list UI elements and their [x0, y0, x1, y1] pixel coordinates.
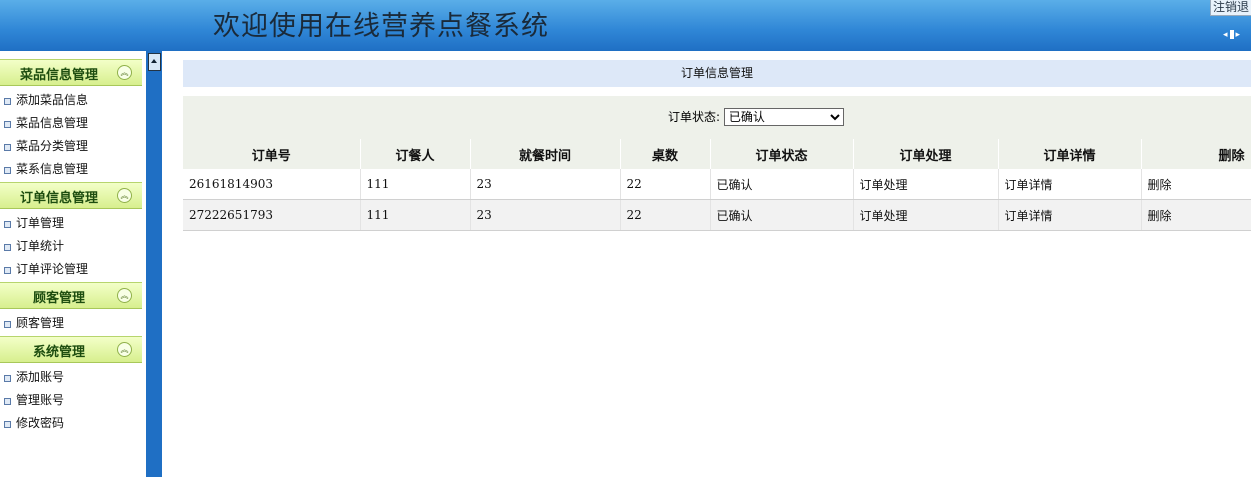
page-title: 订单信息管理: [183, 60, 1251, 87]
order-details-link[interactable]: 订单详情: [998, 169, 1142, 200]
collapse-chevron-icon[interactable]: ︽: [117, 65, 132, 80]
app-title: 欢迎使用在线营养点餐系统: [213, 11, 549, 42]
orderer: 111: [360, 199, 471, 231]
list-bullet-icon: [4, 244, 11, 251]
process-order-link[interactable]: 订单处理: [853, 169, 999, 200]
process-order-link[interactable]: 订单处理: [853, 199, 999, 231]
filter-label: 订单状态:: [668, 110, 721, 124]
sidebar: 菜品信息管理 ︽ 添加菜品信息 菜品信息管理 菜品分类管理 菜系信息管理 订单信…: [0, 51, 142, 477]
delete-link[interactable]: 删除: [1141, 169, 1251, 200]
sidebar-item-add-dish[interactable]: 添加菜品信息: [0, 89, 142, 112]
table-count: 22: [620, 199, 711, 231]
list-bullet-icon: [4, 121, 11, 128]
orders-table: 订单号 订餐人 就餐时间 桌数 订单状态 订单处理 订单详情 删除 261618…: [183, 139, 1251, 231]
order-number: 26161814903: [183, 169, 361, 200]
column-header-process: 订单处理: [853, 139, 999, 169]
order-status-select[interactable]: 已确认: [723, 108, 844, 126]
table-header-row: 订单号 订餐人 就餐时间 桌数 订单状态 订单处理 订单详情 删除: [183, 139, 1251, 169]
section-title: 订单信息管理: [19, 191, 98, 206]
collapse-chevron-icon[interactable]: ︽: [117, 288, 132, 303]
table-row: 26161814903 111 23 22 已确认 订单处理 订单详情 删除: [183, 169, 1251, 200]
orderer: 111: [360, 169, 471, 200]
column-header-status: 订单状态: [710, 139, 854, 169]
table-count: 22: [620, 169, 711, 200]
column-header-order-no: 订单号: [183, 139, 361, 169]
sidebar-item-order-manage[interactable]: 订单管理: [0, 212, 142, 235]
sidebar-item-add-account[interactable]: 添加账号: [0, 366, 142, 389]
header-bar: 欢迎使用在线营养点餐系统 注销退 ◂ ▸: [0, 0, 1251, 51]
sidebar-scrollbar[interactable]: [146, 51, 162, 477]
column-header-delete: 删除: [1141, 139, 1251, 169]
section-header-order[interactable]: 订单信息管理 ︽: [0, 182, 142, 209]
scroll-up-icon[interactable]: [148, 53, 161, 71]
dining-time: 23: [470, 169, 621, 200]
collapse-chevron-icon[interactable]: ︽: [117, 188, 132, 203]
list-bullet-icon: [4, 221, 11, 228]
logout-link[interactable]: 注销退: [1209, 0, 1251, 16]
sidebar-item-change-password[interactable]: 修改密码: [0, 412, 142, 435]
list-bullet-icon: [4, 98, 11, 105]
list-bullet-icon: [4, 421, 11, 428]
section-title: 菜品信息管理: [19, 68, 98, 83]
column-header-tables: 桌数: [620, 139, 711, 169]
collapse-chevron-icon[interactable]: ︽: [117, 342, 132, 357]
sidebar-item-dish-category[interactable]: 菜品分类管理: [0, 135, 142, 158]
order-status: 已确认: [710, 199, 854, 231]
list-bullet-icon: [4, 321, 11, 328]
order-number: 27222651793: [183, 199, 361, 231]
list-bullet-icon: [4, 398, 11, 405]
list-bullet-icon: [4, 144, 11, 151]
sidebar-item-manage-account[interactable]: 管理账号: [0, 389, 142, 412]
section-title: 顾客管理: [32, 291, 85, 306]
sidebar-item-customer[interactable]: 顾客管理: [0, 312, 142, 335]
section-title: 系统管理: [32, 345, 85, 360]
column-header-dining-time: 就餐时间: [470, 139, 621, 169]
list-bullet-icon: [4, 375, 11, 382]
sidebar-item-cuisine[interactable]: 菜系信息管理: [0, 158, 142, 181]
list-bullet-icon: [4, 267, 11, 274]
table-row: 27222651793 111 23 22 已确认 订单处理 订单详情 删除: [183, 199, 1251, 231]
column-header-details: 订单详情: [998, 139, 1142, 169]
column-header-orderer: 订餐人: [360, 139, 471, 169]
filter-bar: 订单状态: 已确认: [183, 96, 1251, 139]
section-header-system[interactable]: 系统管理 ︽: [0, 336, 142, 363]
order-status: 已确认: [710, 169, 854, 200]
sidebar-item-order-stats[interactable]: 订单统计: [0, 235, 142, 258]
list-bullet-icon: [4, 167, 11, 174]
sidebar-item-dish-info[interactable]: 菜品信息管理: [0, 112, 142, 135]
dining-time: 23: [470, 199, 621, 231]
order-details-link[interactable]: 订单详情: [998, 199, 1142, 231]
section-header-customer[interactable]: 顾客管理 ︽: [0, 282, 142, 309]
delete-link[interactable]: 删除: [1141, 199, 1251, 231]
section-header-dish[interactable]: 菜品信息管理 ︽: [0, 59, 142, 86]
sidebar-toggle-icon[interactable]: ◂ ▸: [1223, 30, 1243, 42]
sidebar-item-order-comments[interactable]: 订单评论管理: [0, 258, 142, 281]
